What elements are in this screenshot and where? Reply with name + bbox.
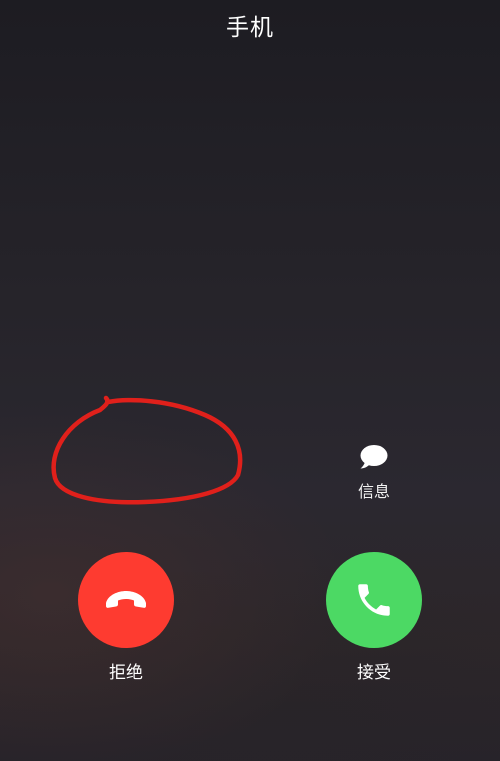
- decline-button[interactable]: [78, 552, 174, 648]
- message-label: 信息: [357, 482, 390, 501]
- decline-action: 拒绝: [78, 552, 174, 683]
- accept-action: 接受: [326, 552, 422, 683]
- caller-name: 手机: [226, 15, 274, 41]
- accept-label: 接受: [357, 663, 391, 683]
- accept-button[interactable]: [326, 552, 422, 648]
- speech-bubble-icon: [360, 445, 388, 469]
- phone-icon: [358, 584, 390, 616]
- decline-label: 拒绝: [109, 663, 143, 683]
- phone-hangup-icon: [106, 591, 146, 608]
- message-button[interactable]: 信息: [337, 444, 411, 502]
- red-circle-annotation: [51, 395, 243, 505]
